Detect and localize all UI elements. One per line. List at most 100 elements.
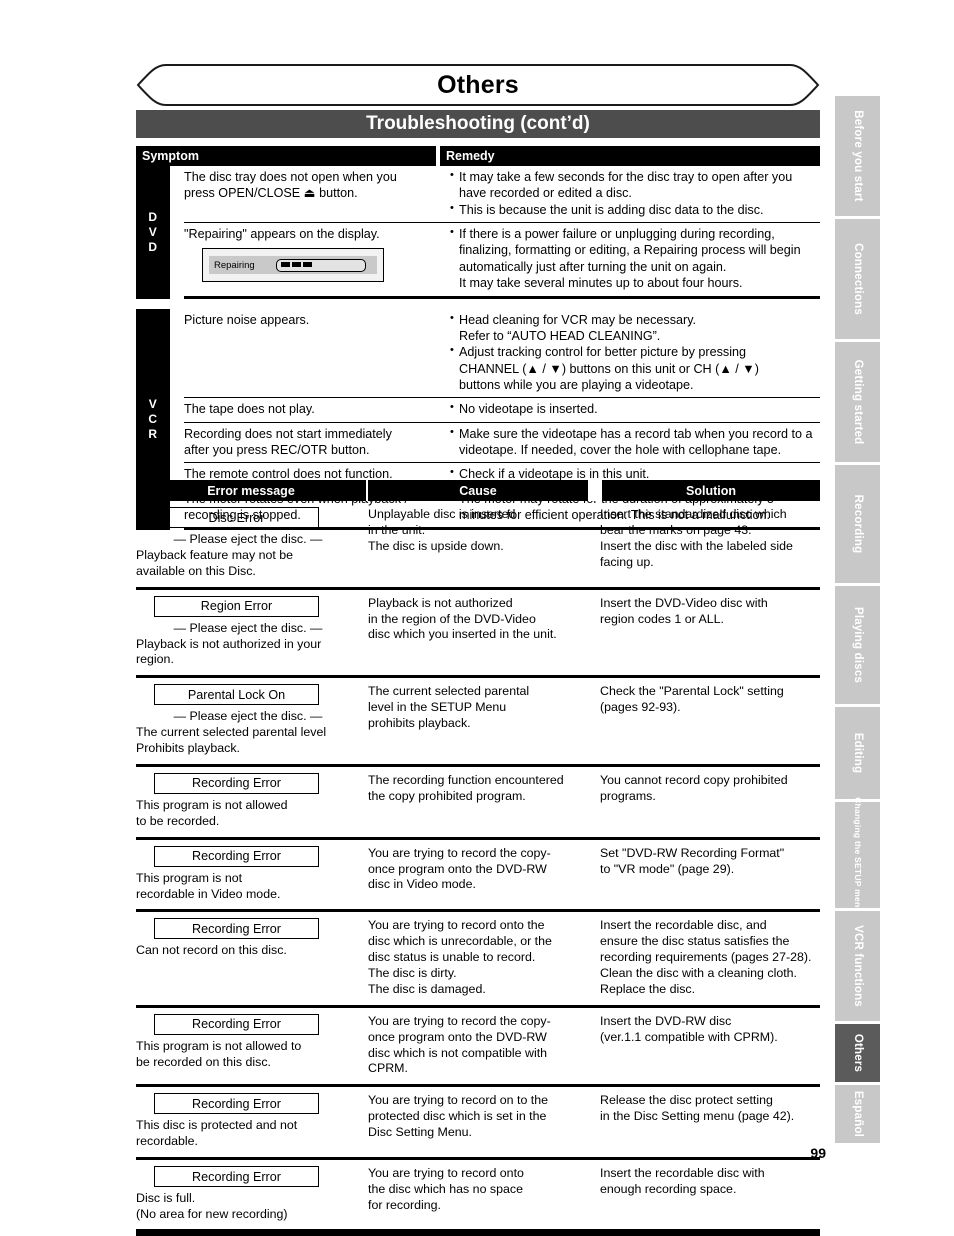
cause-line: You are trying to record on to the bbox=[368, 1093, 549, 1108]
sidebar-tab-label: VCR functions bbox=[851, 925, 864, 1007]
cause-line: You are trying to record onto the bbox=[368, 918, 545, 933]
section-title-bar: Troubleshooting (cont’d) bbox=[136, 110, 820, 138]
solution-line: bear the marks on page 43. bbox=[600, 522, 752, 537]
error-table-row: Disc Error — Please eject the disc. — Play… bbox=[136, 501, 820, 590]
symptom-cell: The tape does not play. bbox=[184, 401, 442, 417]
error-message-box: Parental Lock On bbox=[154, 684, 319, 706]
error-detail-line: to be recorded. bbox=[136, 813, 220, 828]
remedy-cell: Head cleaning for VCR may be necessary.R… bbox=[442, 310, 820, 394]
error-detail-line: Prohibits playback. bbox=[136, 741, 240, 755]
solution-cell: Insert the recordable disc with enough re… bbox=[600, 1166, 820, 1223]
table-row: Picture noise appears. Head cleaning for … bbox=[184, 309, 820, 399]
cause-line: disc which is not compatible with bbox=[368, 1045, 548, 1060]
sidebar-tab-espa-ol[interactable]: Español bbox=[835, 1085, 880, 1143]
progress-bar-icon bbox=[276, 258, 366, 272]
cause-cell: The current selected parental level in th… bbox=[368, 684, 600, 757]
sidebar-tab-getting-started[interactable]: Getting started bbox=[835, 342, 880, 462]
solution-line: enough recording space. bbox=[600, 1181, 737, 1196]
column-header-error-message: Error message bbox=[136, 480, 366, 501]
sidebar-tab-changing-the-setup-menu[interactable]: Changing the SETUP menu bbox=[835, 797, 880, 913]
error-message-cell: Recording Error Disc is full. (No area for… bbox=[136, 1166, 368, 1223]
chapter-tab-strip: Before you start Connections Getting start… bbox=[835, 96, 880, 1146]
cause-line: CPRM. bbox=[368, 1061, 408, 1076]
sidebar-tab-label: Changing the SETUP menu bbox=[852, 797, 863, 913]
table-row: "Repairing" appears on the display. Repai… bbox=[184, 223, 820, 299]
symptom-cell: "Repairing" appears on the display. Repai… bbox=[184, 226, 442, 291]
solution-line: Clean the disc with a cleaning cloth. bbox=[600, 966, 797, 980]
cause-line: disc which you inserted in the unit. bbox=[368, 627, 557, 642]
error-detail-line: (No area for new recording) bbox=[136, 1206, 288, 1221]
symptom-line: press OPEN/CLOSE ⏏ button. bbox=[184, 186, 358, 201]
device-label-char: R bbox=[148, 426, 158, 441]
sidebar-tab-label: Connections bbox=[851, 243, 864, 315]
error-message-cell: Recording Error This program is not allow… bbox=[136, 1013, 368, 1078]
column-header-cause: Cause bbox=[368, 480, 588, 501]
device-label-char: D bbox=[148, 209, 158, 224]
error-detail-line: Playback is not authorized in your bbox=[136, 636, 322, 651]
cause-line: protected disc which is set in the bbox=[368, 1109, 547, 1124]
symptom-line: The disc tray does not open when you bbox=[184, 170, 397, 184]
error-table-row: Parental Lock On — Please eject the disc.… bbox=[136, 678, 820, 767]
sidebar-tab-recording[interactable]: Recording bbox=[835, 465, 880, 583]
error-detail-line: This program is not allowed bbox=[136, 797, 288, 812]
table-row: The disc tray does not open when you pres… bbox=[184, 166, 820, 224]
sidebar-tab-before-you-start[interactable]: Before you start bbox=[835, 96, 880, 216]
cause-line: disc in Video mode. bbox=[368, 877, 476, 892]
error-table-row: Recording Error Can not record on this di… bbox=[136, 912, 820, 1008]
page-number: 99 bbox=[810, 1145, 826, 1161]
remedy-cell: No videotape is inserted. bbox=[442, 400, 820, 417]
solution-line: Insert the DVD-Video disc with bbox=[600, 595, 768, 610]
symptom-cell: The disc tray does not open when you pres… bbox=[184, 169, 442, 218]
cause-cell: Playback is not authorized in the region … bbox=[368, 596, 600, 669]
solution-line: facing up. bbox=[600, 554, 654, 569]
page-title: Others bbox=[437, 70, 519, 99]
sidebar-tab-editing[interactable]: Editing bbox=[835, 707, 880, 799]
error-table-body: Disc Error — Please eject the disc. — Play… bbox=[136, 501, 820, 1233]
error-table-row: Region Error — Please eject the disc. — Pl… bbox=[136, 590, 820, 679]
error-message-cell: Recording Error This disc is protected an… bbox=[136, 1093, 368, 1150]
column-header-solution: Solution bbox=[602, 480, 820, 501]
cause-line: The current selected parental bbox=[368, 684, 530, 699]
error-detail-line: Disc is full. bbox=[136, 1191, 196, 1205]
remedy-continuation-line: CHANNEL (▲ / ▼) buttons on this unit or … bbox=[459, 361, 759, 376]
error-message-box: Disc Error bbox=[154, 507, 319, 528]
error-table-row: Recording Error Disc is full. (No area for… bbox=[136, 1160, 820, 1233]
troubleshooting-table: Symptom Remedy D V D The disc tray does not… bbox=[136, 146, 820, 531]
device-label-dvd: DVD bbox=[136, 166, 170, 299]
solution-cell: Release the disc protect setting in the D… bbox=[600, 1093, 820, 1150]
sidebar-tab-others[interactable]: Others bbox=[835, 1024, 880, 1082]
sidebar-tab-playing-discs[interactable]: Playing discs bbox=[835, 586, 880, 704]
solution-cell: You cannot record copy prohibited program… bbox=[600, 773, 820, 830]
solution-line: programs. bbox=[600, 788, 656, 803]
error-message-cell: Recording Error This program is not record… bbox=[136, 845, 368, 903]
remedy-continuation-line: buttons while you are playing a videotap… bbox=[459, 377, 694, 392]
error-table-row: Recording Error This disc is protected an… bbox=[136, 1087, 820, 1160]
cause-cell: Unplayable disc is inserted in the unit. T… bbox=[368, 507, 600, 580]
symptom-cell: Picture noise appears. bbox=[184, 312, 442, 394]
error-message-box: Region Error bbox=[154, 595, 319, 617]
error-message-cell: Disc Error — Please eject the disc. — Play… bbox=[136, 507, 368, 580]
symptom-line: after you press REC/OTR button. bbox=[184, 443, 370, 458]
solution-line: to "VR mode" (page 29). bbox=[600, 861, 735, 876]
remedy-bullet-line: It may take a few seconds for the disc t… bbox=[450, 168, 820, 185]
cause-line: The recording function encountered bbox=[368, 772, 564, 787]
table-header-row: Symptom Remedy bbox=[136, 146, 820, 166]
error-detail-line: recordable in Video mode. bbox=[136, 886, 281, 901]
sidebar-tab-vcr-functions[interactable]: VCR functions bbox=[835, 911, 880, 1021]
solution-line: Insert the recordable disc, and bbox=[600, 918, 767, 933]
remedy-bullet-line: Adjust tracking control for better pictu… bbox=[450, 343, 820, 360]
error-table-header-row: Error message Cause Solution bbox=[136, 480, 820, 501]
cause-line: level in the SETUP Menu bbox=[368, 700, 507, 715]
cause-line: the copy prohibited program. bbox=[368, 788, 526, 803]
column-header-remedy: Remedy bbox=[440, 146, 820, 166]
cause-line: The disc is upside down. bbox=[368, 538, 504, 553]
symptom-line: Recording does not start immediately bbox=[184, 426, 392, 441]
cause-line: You are trying to record the copy- bbox=[368, 845, 551, 860]
sidebar-tab-connections[interactable]: Connections bbox=[835, 219, 880, 339]
error-message-box: Recording Error bbox=[154, 1166, 319, 1187]
device-group: D V D The disc tray does not open when you p… bbox=[136, 166, 820, 299]
cause-cell: You are trying to record the copy-once p… bbox=[368, 846, 600, 903]
solution-line: Release the disc protect setting bbox=[600, 1093, 773, 1108]
cause-line: once program onto the DVD-RW bbox=[368, 1029, 547, 1044]
device-label-char: V bbox=[148, 224, 158, 239]
